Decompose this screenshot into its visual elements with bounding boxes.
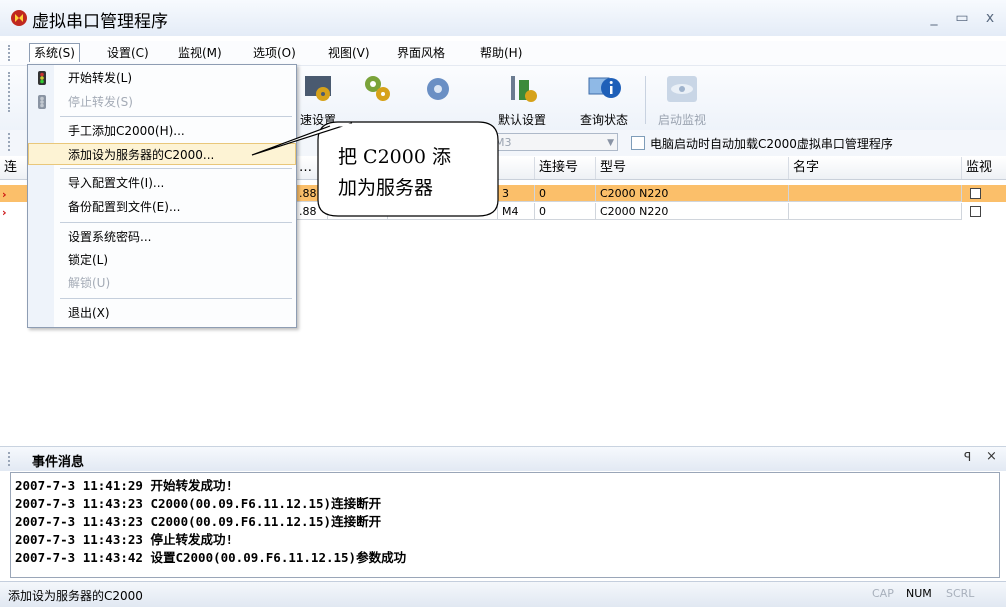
autoload-checkbox[interactable] <box>631 136 645 150</box>
close-button[interactable]: x <box>980 8 1000 28</box>
traffic-light-gray-icon <box>38 95 46 109</box>
menu-separator <box>60 222 292 223</box>
menu-item-start-forward[interactable]: 开始转发(L) <box>28 67 296 89</box>
log-line: 2007-7-3 11:43:42 设置C2000(00.09.F6.11.12… <box>15 550 407 565</box>
cap-indicator: CAP <box>872 587 894 600</box>
menu-separator <box>60 168 292 169</box>
tools-icon <box>511 76 537 102</box>
col-header-model[interactable]: 型号 <box>596 157 789 179</box>
menu-item-exit[interactable]: 退出(X) <box>28 302 296 324</box>
disconnected-icon: › <box>2 206 7 219</box>
app-logo-icon <box>11 10 27 26</box>
events-log[interactable]: 2007-7-3 11:41:29 开始转发成功! 2007-7-3 11:43… <box>10 472 1000 578</box>
menu-item-import-config[interactable]: 导入配置文件(I)... <box>28 172 296 194</box>
menu-separator <box>60 116 292 117</box>
menu-item-add-server-c2000[interactable]: 添加设为服务器的C2000... <box>28 143 296 165</box>
toolbar-separator <box>645 76 646 124</box>
menu-item-lock[interactable]: 锁定(L) <box>28 249 296 271</box>
menu-help[interactable]: 帮助(H) <box>476 44 526 62</box>
menu-separator <box>60 298 292 299</box>
minimize-button[interactable]: _ <box>924 8 944 28</box>
tool-quick-settings[interactable]: 速设置 <box>290 72 346 128</box>
menu-item-stop-forward[interactable]: 停止转发(S) <box>28 91 296 113</box>
events-header: 事件消息 ꟼ × <box>0 446 1006 471</box>
log-line: 2007-7-3 11:43:23 停止转发成功! <box>15 532 233 547</box>
menu-item-unlock[interactable]: 解锁(U) <box>28 272 296 294</box>
autoload-label: 电脑启动时自动加载C2000虚拟串口管理程序 <box>650 137 893 151</box>
traffic-light-green-icon <box>38 71 46 85</box>
eye-icon <box>667 76 697 102</box>
menu-bar: 系统(S) 设置(C) 监视(M) 选项(O) 视图(V) 界面风格 帮助(H) <box>0 41 1006 66</box>
menu-options[interactable]: 选项(O) <box>249 44 300 62</box>
events-panel: 事件消息 ꟼ × 2007-7-3 11:41:29 开始转发成功! 2007-… <box>0 446 1006 580</box>
menu-ui-style[interactable]: 界面风格 <box>393 44 449 62</box>
menu-system[interactable]: 系统(S) <box>29 43 80 62</box>
tool-gears-2[interactable] <box>350 72 406 111</box>
system-menu: 开始转发(L) 停止转发(S) 手工添加C2000(H)... 添加设为服务器的… <box>27 64 297 328</box>
col-header-status[interactable]: 连 <box>0 157 28 179</box>
info-monitor-icon <box>588 77 621 98</box>
menu-item-manual-add[interactable]: 手工添加C2000(H)... <box>28 120 296 142</box>
tool-query-status[interactable]: 查询状态 <box>568 72 640 128</box>
callout-text: 把 C2000 添 加为服务器 <box>338 146 451 199</box>
menu-view[interactable]: 视图(V) <box>324 44 374 62</box>
tool-gears-3[interactable] <box>410 72 466 111</box>
col-header-name[interactable]: 名字 <box>789 157 962 179</box>
window-title: 虚拟串口管理程序 <box>32 12 168 32</box>
log-line: 2007-7-3 11:43:23 C2000(00.09.F6.11.12.1… <box>15 514 382 529</box>
events-title: 事件消息 <box>32 455 85 470</box>
menu-item-backup-config[interactable]: 备份配置到文件(E)... <box>28 196 296 218</box>
menubar-grip <box>8 45 13 61</box>
app-window: 虚拟串口管理程序 _ ▭ x 系统(S) 设置(C) 监视(M) 选项(O) 视… <box>0 0 1006 607</box>
gears-icon <box>365 76 390 101</box>
num-indicator: NUM <box>906 587 932 600</box>
col-header-monitor[interactable]: 监视 <box>962 157 1006 179</box>
events-grip <box>8 452 13 466</box>
menu-settings[interactable]: 设置(C) <box>103 44 153 62</box>
close-icon[interactable]: × <box>986 449 997 464</box>
combobar-grip <box>8 133 13 151</box>
disconnected-icon: › <box>2 188 7 201</box>
port-combo[interactable]: M3 ▼ <box>488 133 618 151</box>
scrl-indicator: SCRL <box>946 587 975 600</box>
tool-default-settings[interactable]: 默认设置 <box>486 72 558 128</box>
title-bar: 虚拟串口管理程序 _ ▭ x <box>0 0 1006 36</box>
menu-item-set-password[interactable]: 设置系统密码... <box>28 226 296 248</box>
menu-monitor[interactable]: 监视(M) <box>174 44 226 62</box>
gear-icon <box>427 78 449 100</box>
log-line: 2007-7-3 11:41:29 开始转发成功! <box>15 478 233 493</box>
chevron-down-icon[interactable]: ▼ <box>607 134 614 152</box>
col-header-conn[interactable]: 连接号 <box>535 157 596 179</box>
toolbar-grip <box>8 72 13 112</box>
monitor-checkbox[interactable] <box>970 188 981 199</box>
maximize-button[interactable]: ▭ <box>952 8 972 28</box>
monitor-checkbox[interactable] <box>970 206 981 217</box>
tool-start-monitor[interactable]: 启动监视 <box>650 72 714 128</box>
status-bar: 添加设为服务器的C2000 CAP NUM SCRL <box>0 581 1006 607</box>
pin-icon[interactable]: ꟼ <box>964 450 971 464</box>
gears-icon <box>305 76 331 101</box>
log-line: 2007-7-3 11:43:23 C2000(00.09.F6.11.12.1… <box>15 496 382 511</box>
status-text: 添加设为服务器的C2000 <box>8 589 143 603</box>
